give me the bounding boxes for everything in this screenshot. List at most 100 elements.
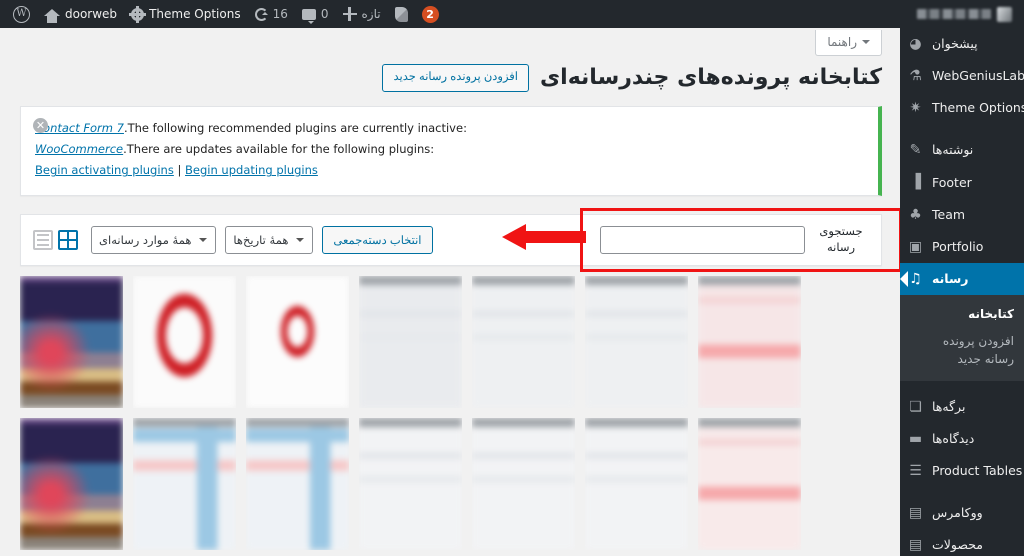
sidebar-item-label: Footer — [932, 174, 972, 190]
sidebar-item-11[interactable]: Product Tables ☰ — [900, 455, 1024, 487]
notice-action-separator: | — [173, 163, 186, 178]
updates-icon — [254, 7, 268, 21]
begin-updating-plugins-link[interactable]: Begin updating plugins — [185, 163, 318, 177]
book-icon: ▐ — [910, 174, 921, 191]
date-filter-select[interactable]: همهٔ تاریخ‌ها — [225, 225, 314, 254]
media-thumbnail — [472, 417, 575, 550]
chevron-down-icon — [199, 237, 208, 246]
media-thumbnail — [246, 417, 349, 550]
media-grid-item[interactable] — [359, 417, 462, 550]
site-name-menu[interactable] — [909, 0, 1020, 28]
woo-icon: ▤ — [908, 505, 923, 522]
media-grid-item[interactable] — [585, 417, 688, 550]
help-tab-label: راهنما — [827, 35, 857, 49]
media-grid — [20, 275, 882, 556]
products-icon: ▤ — [908, 537, 923, 554]
gear-icon: ✷ — [909, 100, 922, 117]
flag-item[interactable] — [388, 0, 415, 28]
view-mode-toggle — [33, 229, 78, 250]
close-icon[interactable]: ✕ — [33, 117, 48, 133]
sidebar-item-8[interactable]: رسانه ♫ — [900, 262, 1024, 295]
media-thumbnail — [133, 417, 236, 550]
notifications-count: 2 — [421, 5, 439, 23]
media-grid-item[interactable] — [472, 417, 575, 550]
sidebar-item-12[interactable]: ووکامرس ▤ — [900, 497, 1024, 529]
sidebar-item-13[interactable]: محصولات ▤ — [900, 529, 1024, 556]
media-thumbnail — [698, 417, 801, 550]
search-media-label: جستجوی رسانه — [819, 224, 863, 254]
submenu-item-2[interactable]: افزودن پرونده رسانه جدید — [900, 328, 1024, 373]
media-icon: ♫ — [909, 270, 922, 287]
sidebar-item-label: ووکامرس — [932, 505, 983, 521]
table-icon: ☰ — [909, 462, 922, 479]
help-tab-button[interactable]: راهنما — [815, 30, 882, 56]
media-grid-item[interactable] — [246, 275, 349, 408]
sidebar-item-3[interactable]: Theme Options ✷ — [900, 92, 1024, 124]
media-grid-item[interactable] — [359, 275, 462, 408]
sidebar-item-1[interactable]: پیشخوان ◕ — [900, 28, 1024, 60]
media-grid-item[interactable] — [472, 275, 575, 408]
submenu-item-1[interactable]: کتابخانه — [900, 301, 1024, 328]
updates-item[interactable]: 16 — [248, 0, 295, 28]
media-grid-item[interactable] — [20, 275, 123, 408]
sidebar-item-7[interactable]: Portfolio ▣ — [900, 231, 1024, 263]
pin-icon: ✎ — [909, 142, 922, 159]
notice-line-2-text: .There are updates available for the fol… — [123, 142, 435, 157]
media-grid-item[interactable] — [133, 275, 236, 408]
sidebar-item-2[interactable]: WebGeniusLab ⚗ — [900, 60, 1024, 92]
media-grid-item[interactable] — [246, 417, 349, 550]
help-tab-row: راهنما — [0, 28, 900, 62]
sidebar-item-9[interactable]: برگه‌ها ❏ — [900, 391, 1024, 423]
search-input[interactable] — [600, 225, 805, 254]
woocommerce-link[interactable]: WooCommerce — [35, 142, 123, 156]
sidebar-item-4[interactable]: نوشته‌ها ✎ — [900, 134, 1024, 166]
sidebar-item-label: دیدگاه‌ها — [932, 430, 975, 446]
media-thumbnail — [246, 275, 349, 408]
media-grid-item[interactable] — [698, 417, 801, 550]
search-media-area: جستجوی رسانه — [600, 224, 867, 255]
image-icon: ▣ — [908, 238, 923, 255]
media-thumbnail — [20, 275, 123, 408]
media-filter-bar: جستجوی رسانه انتخاب دسته‌جمعی همهٔ تاریخ… — [20, 213, 882, 266]
page-icon: ❏ — [909, 398, 922, 415]
begin-activating-plugins-link[interactable]: Begin activating plugins — [35, 163, 174, 177]
list-view-icon[interactable] — [33, 229, 53, 250]
sidebar-item-10[interactable]: دیدگاه‌ها ▬ — [900, 423, 1024, 455]
new-content-item[interactable]: تازه — [336, 0, 388, 28]
sidebar-item-label: رسانه — [932, 270, 969, 286]
theme-options-item[interactable]: Theme Options — [124, 0, 248, 28]
media-thumbnail — [133, 275, 236, 408]
chevron-down-icon — [296, 237, 305, 246]
notifications-item[interactable]: 2 — [415, 0, 446, 28]
sidebar-separator — [900, 124, 1024, 134]
media-type-filter-select[interactable]: همهٔ موارد رسانه‌ای — [91, 225, 217, 254]
media-thumbnail — [585, 417, 688, 550]
home-icon — [44, 8, 60, 23]
add-new-media-button[interactable]: افزودن پرونده رسانه جدید — [382, 64, 529, 92]
media-grid-item[interactable] — [133, 417, 236, 550]
sidebar-menu: پیشخوان ◕ WebGeniusLab ⚗ Theme Options ✷ نوشته… — [900, 28, 1024, 556]
wordpress-logo-icon — [13, 5, 30, 23]
dashboard-icon: ◕ — [909, 35, 922, 52]
comment-icon — [301, 8, 316, 24]
media-grid-item[interactable] — [585, 275, 688, 408]
gear-icon — [129, 5, 147, 23]
site-title-item[interactable]: doorweb — [37, 0, 124, 28]
sidebar-item-label: Team — [932, 206, 966, 222]
wordpress-menu-item[interactable] — [6, 0, 37, 28]
grid-view-icon[interactable] — [58, 229, 78, 250]
sidebar-item-label: Portfolio — [932, 238, 984, 254]
bulk-select-button[interactable]: انتخاب دسته‌جمعی — [322, 225, 433, 254]
page-title-row: کتابخانه پرونده‌های چندرسانه‌ای افزودن پ… — [0, 62, 900, 92]
comments-item[interactable]: 0 — [295, 0, 336, 28]
media-grid-item[interactable] — [698, 275, 801, 408]
sidebar-item-5[interactable]: Footer ▐ — [900, 167, 1024, 199]
media-grid-item[interactable] — [20, 417, 123, 550]
new-content-label: تازه — [361, 7, 381, 21]
contact-form-7-link[interactable]: Contact Form 7 — [35, 121, 124, 135]
sidebar-item-label: نوشته‌ها — [932, 142, 974, 158]
notice-line-1: Contact Form 7.The following recommended… — [35, 118, 864, 139]
sidebar-submenu-media: کتابخانه افزودن پرونده رسانه جدید — [900, 295, 1024, 381]
media-thumbnail — [698, 275, 801, 408]
sidebar-item-6[interactable]: Team ♣ — [900, 199, 1024, 231]
